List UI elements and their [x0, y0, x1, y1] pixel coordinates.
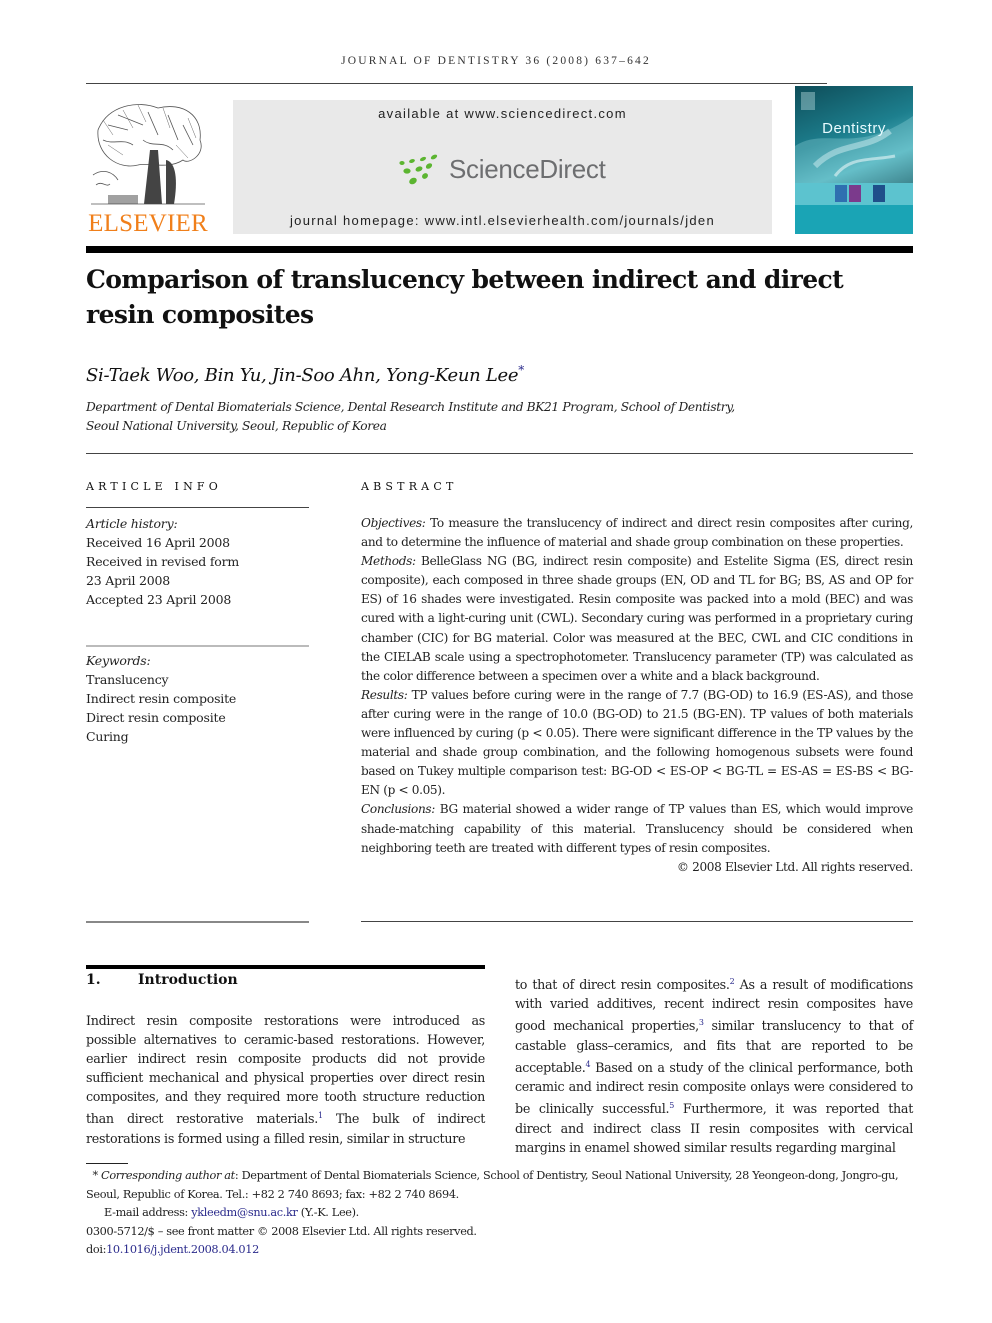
front-matter-note: 0300-5712/$ – see front matter © 2008 El… — [86, 1224, 477, 1238]
keywords-rule — [86, 645, 309, 647]
sciencedirect-dots-icon — [399, 154, 438, 185]
objectives-label: Objectives: — [361, 516, 426, 530]
paragraph: Indirect resin composite restorations we… — [86, 1011, 485, 1148]
sd-available-link[interactable]: available at www.sciencedirect.com — [233, 106, 772, 121]
article-info-rule — [86, 507, 309, 508]
doi-note: doi:10.1016/j.jdent.2008.04.012 — [86, 1241, 916, 1260]
methods-text: BelleGlass NG (BG, indirect resin compos… — [361, 554, 913, 683]
article-info-end-rule — [86, 921, 309, 923]
body-column-right: to that of direct resin composites.2 As … — [515, 972, 913, 1157]
affiliation: Department of Dental Biomaterials Scienc… — [86, 398, 786, 436]
email-label: E-mail address: — [104, 1206, 192, 1219]
history-item: Accepted 23 April 2008 — [86, 592, 232, 607]
footnotes: * Corresponding author at: Department of… — [86, 1167, 916, 1260]
cover-thumbnail — [835, 185, 847, 202]
conclusions-label: Conclusions: — [361, 802, 435, 817]
abstract-copyright: © 2008 Elsevier Ltd. All rights reserved… — [676, 859, 913, 874]
elsevier-logo[interactable]: ELSEVIER — [86, 100, 210, 238]
authors-text: Si-Taek Woo, Bin Yu, Jin-Soo Ahn, Yong-K… — [86, 365, 519, 386]
affiliation-line: Department of Dental Biomaterials Scienc… — [86, 400, 735, 414]
journal-homepage-link[interactable]: journal homepage: www.intl.elsevierhealt… — [233, 213, 772, 228]
abstract-objectives: Objectives: To measure the translucency … — [361, 514, 913, 552]
email-link[interactable]: ykleedm@snu.ac.kr — [191, 1206, 298, 1219]
email-suffix: (Y.-K. Lee). — [297, 1206, 359, 1219]
running-head: JOURNAL OF DENTISTRY 36 (2008) 637–642 — [341, 55, 651, 67]
history-item: Received 16 April 2008 — [86, 535, 230, 550]
corresponding-author-note: * Corresponding author at: Department of… — [86, 1167, 916, 1204]
doi-link[interactable]: 10.1016/j.jdent.2008.04.012 — [106, 1243, 259, 1256]
abstract-results: Results: TP values before curing were in… — [361, 686, 913, 801]
footnote-rule — [86, 1163, 128, 1164]
keyword-item: Translucency — [86, 672, 169, 687]
author-list: Si-Taek Woo, Bin Yu, Jin-Soo Ahn, Yong-K… — [86, 363, 786, 386]
cover-footer — [795, 205, 913, 234]
paragraph: to that of direct resin composites.2 As … — [515, 972, 913, 1157]
keywords-label: Keywords: — [86, 653, 151, 668]
article-history: Article history: Received 16 April 2008 … — [86, 514, 309, 609]
section-title: Introduction — [138, 972, 238, 988]
cover-thumbnail — [849, 185, 861, 202]
paragraph-text: Indirect resin composite restorations we… — [86, 1013, 485, 1127]
history-label: Article history: — [86, 516, 178, 531]
introduction-heading: 1. Introduction — [86, 972, 238, 988]
corresponding-author-mark[interactable]: * — [518, 363, 524, 377]
keyword-item: Direct resin composite — [86, 710, 226, 725]
affiliation-line: Seoul National University, Seoul, Republ… — [86, 419, 387, 433]
article-info-heading: ARTICLE INFO — [86, 480, 222, 493]
email-note: E-mail address: ykleedm@snu.ac.kr (Y.-K.… — [86, 1204, 916, 1223]
conclusions-text: BG material showed a wider range of TP v… — [361, 802, 913, 855]
cover-thumbnail — [873, 185, 885, 202]
corresponding-author-label: Corresponding author at — [101, 1169, 235, 1182]
sciencedirect-wordmark: ScienceDirect — [449, 154, 606, 184]
journal-cover-image[interactable]: Dentistry — [795, 86, 913, 234]
paragraph-text: to that of direct resin composites. — [515, 977, 730, 993]
article-title: Comparison of translucency between indir… — [86, 265, 844, 329]
keyword-item: Curing — [86, 729, 129, 744]
abstract-methods: Methods: BelleGlass NG (BG, indirect res… — [361, 552, 913, 686]
history-item: Received in revised form — [86, 554, 240, 569]
abstract-end-rule — [361, 921, 913, 922]
abstract-body: Objectives: To measure the translucency … — [361, 514, 913, 877]
elsevier-wordmark: ELSEVIER — [88, 210, 208, 237]
footnote-mark: * — [92, 1169, 98, 1182]
history-item: 23 April 2008 — [86, 573, 171, 588]
keywords: Keywords: Translucency Indirect resin co… — [86, 651, 309, 746]
section-number: 1. — [86, 972, 101, 988]
results-text: TP values before curing were in the rang… — [361, 687, 913, 798]
introduction-rule — [86, 965, 485, 969]
objectives-text: To measure the translucency of indirect … — [361, 516, 913, 550]
sciencedirect-banner: available at www.sciencedirect.com Scien… — [233, 100, 772, 234]
sciencedirect-logo[interactable]: ScienceDirect — [398, 150, 608, 190]
doi-label: doi: — [86, 1243, 107, 1256]
body-column-left: Indirect resin composite restorations we… — [86, 1011, 485, 1148]
keyword-item: Indirect resin composite — [86, 691, 237, 706]
abstract-heading: ABSTRACT — [361, 480, 458, 493]
header-rule — [86, 83, 827, 84]
section-divider — [86, 453, 913, 454]
elsevier-tree-icon — [91, 104, 205, 205]
results-label: Results: — [361, 687, 408, 702]
methods-label: Methods: — [361, 554, 416, 569]
masthead-rule — [86, 246, 913, 253]
cover-title: Dentistry — [822, 120, 886, 137]
abstract-conclusions: Conclusions: BG material showed a wider … — [361, 800, 913, 857]
